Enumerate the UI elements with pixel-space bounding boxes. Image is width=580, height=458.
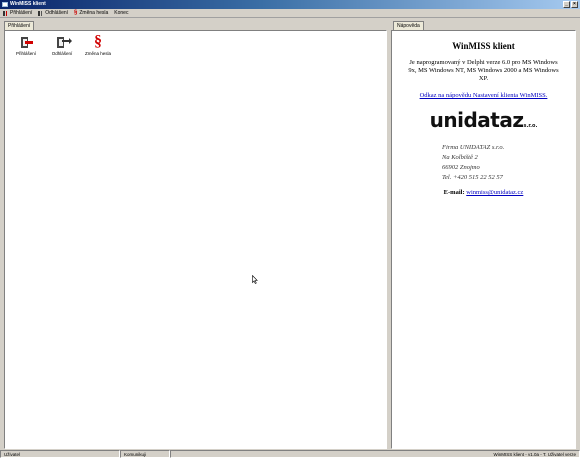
logout-icon (38, 10, 44, 16)
login-icon (3, 10, 8, 16)
menu-item-login[interactable]: Přihlášení (3, 10, 32, 16)
tab-login[interactable]: Přihlášení (4, 21, 35, 30)
title-bar: WinMISS klient _ × (0, 0, 580, 9)
status-user: Uživatel (0, 450, 120, 458)
close-button[interactable]: × (571, 1, 578, 8)
address-phone: Tel. +420 515 22 52 57 (442, 174, 503, 181)
tab-help[interactable]: Nápověda (393, 21, 424, 30)
menu-item-exit[interactable]: Konec (114, 10, 128, 16)
window-controls: _ × (563, 1, 578, 8)
menu-item-label: Odhlášení (45, 10, 69, 16)
menu-item-label: Změna hesla (79, 10, 109, 16)
paragraph-icon: § (74, 9, 78, 16)
mouse-cursor-icon (252, 275, 258, 284)
paragraph-icon: § (94, 33, 102, 50)
status-communication: Komunikuji (120, 450, 170, 458)
window-title: WinMISS klient (10, 1, 46, 7)
menu-item-change-password[interactable]: § Změna hesla (74, 9, 109, 17)
address-city: 66902 Znojmo (442, 164, 480, 171)
company-address: Firma UNIDATAZ s.r.o. Na Kolbiště 2 6690… (442, 143, 575, 183)
toolbar: Přihlášení Odhlášení § Změna hesla (13, 33, 112, 57)
logo-suffix: s.r.o. (523, 123, 538, 129)
login-button[interactable]: Přihlášení (13, 35, 39, 56)
email-link[interactable]: winmiss@unidataz.cz (466, 189, 523, 196)
login-panel: Přihlášení Odhlášení § Změna hesla (4, 30, 387, 449)
change-password-label: Změna hesla (85, 51, 112, 56)
help-title: WinMISS klient (452, 41, 515, 51)
email-line: E-mail: winmiss@unidataz.cz (392, 189, 575, 196)
email-label: E-mail: (443, 189, 465, 196)
app-icon (2, 2, 8, 7)
menu-item-logout[interactable]: Odhlášení (38, 10, 68, 16)
logo-text: unidataz (429, 108, 524, 132)
menu-item-label: Konec (114, 10, 129, 16)
menu-item-label: Přihlášení (10, 10, 33, 16)
change-password-button[interactable]: § Změna hesla (85, 33, 112, 57)
status-version: WinMISS klient - v1.0a - T. Uživatel ver… (170, 450, 580, 458)
help-description: Je naprogramovaný v Delphi verze 6.0 pro… (408, 59, 559, 82)
help-settings-link[interactable]: Odkaz na nápovědu Nastavení klienta WinM… (392, 92, 575, 99)
logout-label: Odhlášení (51, 51, 73, 56)
company-logo: unidatazs.r.o. (392, 109, 575, 137)
menu-bar: Přihlášení Odhlášení § Změna hesla Konec (0, 9, 580, 18)
logout-icon (55, 35, 72, 49)
address-firm: Firma UNIDATAZ s.r.o. (442, 144, 505, 151)
login-icon (19, 35, 33, 49)
status-bar: Uživatel Komunikuji WinMISS klient - v1.… (0, 449, 580, 458)
address-street: Na Kolbiště 2 (442, 154, 478, 161)
help-panel: WinMISS klient Je naprogramovaný v Delph… (391, 30, 576, 449)
logout-button[interactable]: Odhlášení (49, 35, 75, 56)
minimize-button[interactable]: _ (563, 1, 570, 8)
login-label: Přihlášení (15, 51, 36, 56)
